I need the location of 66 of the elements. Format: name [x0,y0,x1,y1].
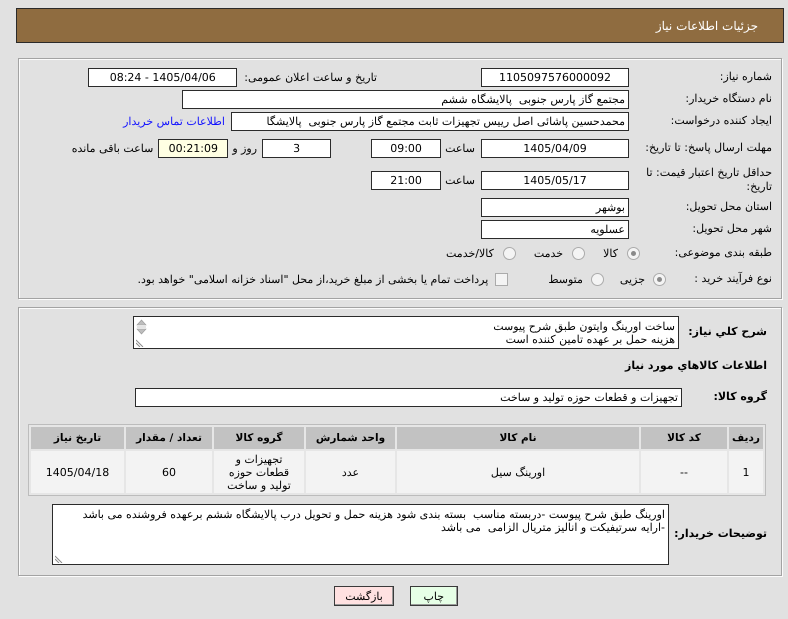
field-label: استان محل تحویل: [684,200,773,214]
radio-label: متوسط [548,272,583,286]
requester-field[interactable]: محمدحسین پاشائی اصل رییس تجهیزات ثابت مجتمع گاز پارس جنوبی پالایشگا [231,112,629,130]
radio-label: کالا/خدمت [446,247,494,260]
field-label: شهر محل تحویل: [691,222,773,236]
field-label: مهلت ارسال پاسخ: تا تاریخ: [644,140,773,156]
column-header: واحد شمارش [306,427,395,449]
column-header: گروه کالا [214,427,304,449]
announce-date-field[interactable]: 1405/04/06 - 08:24 [88,68,238,86]
table-cell: اورینگ سیل [397,451,639,493]
field-label: گروه کالا: [712,390,768,405]
resize-grip-icon[interactable] [136,339,144,347]
buyer-notes-textarea[interactable]: اورینگ طبق شرح پیوست -دربسته مناسب بسته بندی شود هزینه حمل و تحویل درب پالایشگاه ششم برعهده فروشنده می باشد -ارایه سرتیفیکت و انالیز متریال الزامی می باشد [52,504,669,565]
field-label: ساعت [445,142,475,154]
page-title: جزئیات اطلاعات نیاز [656,18,758,32]
validity-time-field[interactable]: 21:00 [371,170,442,190]
table-cell: تجهیزات و قطعات حوزه تولید و ساخت [214,451,304,493]
province-field[interactable]: بوشهر [481,198,629,216]
field-label: تاریخ و ساعت اعلان عمومی: [244,70,377,84]
table-cell: -- [641,451,727,493]
validity-date-field[interactable]: 1405/05/17 [481,170,629,190]
checkbox-label: پرداخت تمام یا بخشی از مبلغ خرید،از محل "اسناد خزانه اسلامی" خواهد بود. [138,272,488,286]
field-label: روز و [232,142,258,154]
table-cell: عدد [306,451,395,493]
radio-label: خدمت [534,247,564,260]
field-label: نوع فرآیند خرید : [693,272,773,286]
goods-group-field[interactable]: تجهیزات و قطعات حوزه تولید و ساخت [135,388,682,407]
column-header: کد کالا [641,427,727,449]
column-header: تعداد / مقدار [126,427,212,449]
deadline-time-field[interactable]: 09:00 [371,138,442,158]
summary-textarea[interactable]: ساخت اورینگ وایتون طبق شرح پیوست هزینه حمل بر عهده تامین کننده است [133,316,679,349]
table-cell: 1405/04/18 [31,451,124,493]
table-cell: 1 [729,451,763,493]
field-label: طبقه بندی موضوعی: [674,246,773,261]
column-header: ردیف [729,427,763,449]
deadline-date-field[interactable]: 1405/04/09 [481,138,629,158]
city-field[interactable]: عسلویه [481,220,629,238]
field-label: ایجاد کننده درخواست: [670,114,773,128]
radio-button[interactable] [653,272,666,286]
field-label: نام دستگاه خریدار: [684,92,773,106]
days-field[interactable]: 3 [262,138,332,158]
scroll-arrows-icon[interactable] [136,319,147,335]
radio-label: کالا [603,247,618,260]
radio-button[interactable] [590,272,604,286]
radio-label: جزیی [620,272,645,286]
field-label: ساعت باقی مانده [72,142,154,154]
field-label: توضیحات خریدار: [673,527,768,542]
field-label: ساعت [445,174,475,186]
checkbox[interactable] [495,272,508,286]
field-label: شماره نیاز: [718,70,773,84]
resize-grip-icon[interactable] [55,555,63,563]
back-button[interactable]: بازگشت [334,586,394,606]
field-label: شرح کلي نياز: [687,325,768,340]
need-number-field[interactable]: 1105097576000092 [481,68,629,86]
section-title: اطلاعات کالاهاي مورد نياز [625,358,768,372]
field-label: حداقل تاریخ اعتبار قیمت: تا تاریخ: [645,166,773,194]
remaining-time-field: 00:21:09 [158,138,228,158]
radio-button[interactable] [502,247,516,260]
radio-button[interactable] [572,247,586,260]
column-header: تاریخ نیاز [31,427,124,449]
column-header: نام کالا [397,427,639,449]
buyer-contact-link[interactable]: اطلاعات تماس خریدار [123,114,225,128]
table-cell: 60 [126,451,212,493]
print-button[interactable]: چاپ [410,586,458,606]
radio-button[interactable] [627,247,640,260]
buyer-org-field[interactable]: مجتمع گاز پارس جنوبی پالایشگاه ششم [182,90,629,108]
